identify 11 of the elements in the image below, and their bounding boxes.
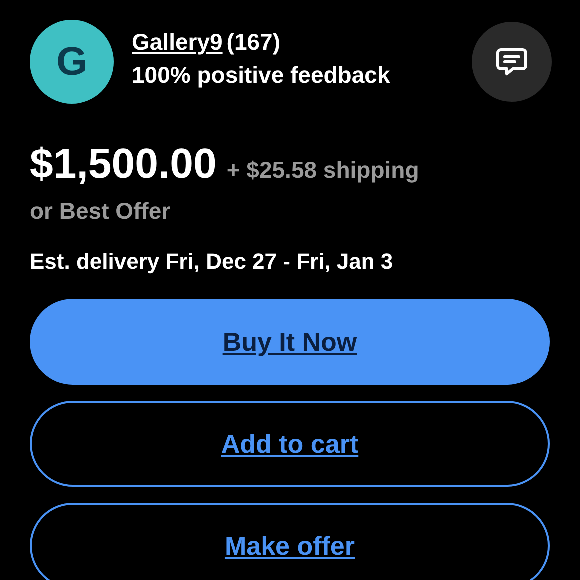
seller-name-link[interactable]: Gallery9 [132, 29, 223, 55]
feedback-count: (167) [226, 29, 280, 55]
delivery-estimate: Est. delivery Fri, Dec 27 - Fri, Jan 3 [30, 249, 394, 275]
action-button[interactable]: Make offer [30, 503, 550, 580]
best-offer-note: or Best Offer [30, 198, 172, 225]
action-button[interactable]: Buy It Now [30, 299, 550, 385]
shipping-cost: + $25.58 shipping [226, 157, 420, 184]
feedback-text: 100% positive feedback [132, 62, 392, 89]
price: $1,500.00 [30, 140, 217, 188]
action-button[interactable]: Add to cart [30, 401, 550, 487]
avatar-letter: G [56, 40, 88, 84]
